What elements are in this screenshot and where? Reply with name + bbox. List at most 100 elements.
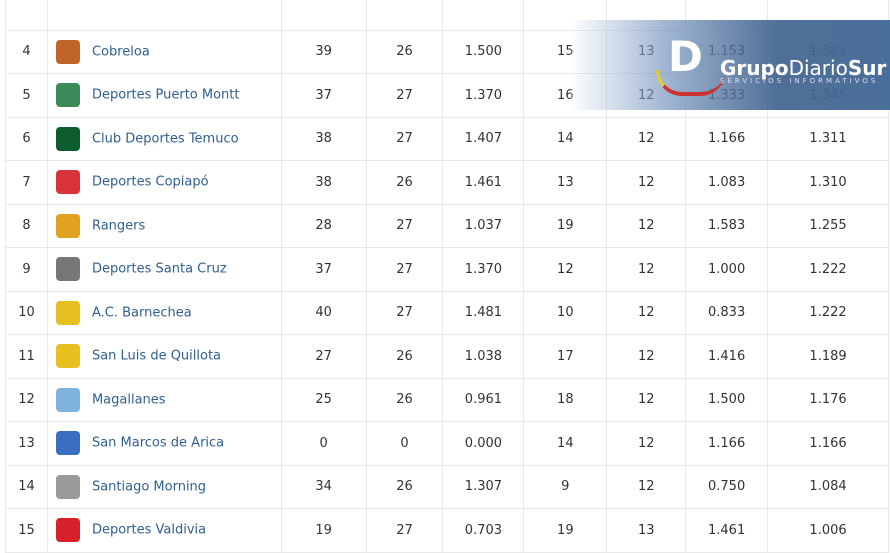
team-name[interactable]: A.C. Barnechea (92, 305, 192, 320)
stat-c6: 1.000 (685, 247, 769, 292)
stat-c2: 27 (365, 203, 444, 248)
stat-c2: 26 (365, 464, 444, 509)
team-cell[interactable]: Deportes Copiapó (46, 160, 282, 205)
stat-c4: 19 (523, 508, 608, 553)
stat-c4: 9 (523, 464, 608, 509)
team-crest-icon (55, 126, 80, 151)
team-name[interactable]: San Marcos de Arica (92, 436, 224, 451)
table-row: 12 Magallanes 25 26 0.961 18 12 1.500 1.176 (5, 377, 889, 422)
stat-c3: 1.481 (442, 290, 525, 335)
team-crest-icon (55, 257, 80, 282)
stat-c4: 19 (523, 203, 608, 248)
stat-c1: 25 (280, 377, 367, 422)
team-cell[interactable]: Club Deportes Temuco (46, 116, 282, 161)
team-cell[interactable]: Santiago Morning (46, 464, 282, 509)
position: 5 (5, 73, 48, 118)
team-name[interactable]: Magallanes (92, 392, 166, 407)
stat-c5: 12 (606, 290, 687, 335)
table-row: 7 Deportes Copiapó 38 26 1.461 13 12 1.083 1.310 (5, 160, 889, 205)
position: 4 (5, 29, 48, 74)
stat-c7: 1.166 (767, 421, 889, 466)
stat-c2: 26 (365, 334, 444, 379)
stat-c3: 0.703 (442, 508, 525, 553)
team-cell[interactable]: Rangers (46, 203, 282, 248)
position: 10 (5, 290, 48, 335)
team-name[interactable]: Club Deportes Temuco (92, 131, 239, 146)
stat-c7: 1.310 (767, 160, 889, 205)
team-crest-icon (55, 518, 80, 543)
stat-c6: 0.833 (685, 290, 769, 335)
team-crest-icon (55, 387, 80, 412)
team-name[interactable]: San Luis de Quillota (92, 349, 221, 364)
position: 11 (5, 334, 48, 379)
position: 14 (5, 464, 48, 509)
stat-c2: 26 (365, 160, 444, 205)
stat-c4: 18 (523, 377, 608, 422)
stat-c5: 12 (606, 377, 687, 422)
team-name[interactable]: Santiago Morning (92, 479, 206, 494)
stat-c2: 27 (365, 290, 444, 335)
stat-c6: 1.500 (685, 377, 769, 422)
team-cell[interactable]: Deportes Valdivia (46, 508, 282, 553)
stat-c3: 0.961 (442, 377, 525, 422)
stat-c2: 26 (365, 29, 444, 74)
stat-c5: 12 (606, 464, 687, 509)
position: 13 (5, 421, 48, 466)
position: 12 (5, 377, 48, 422)
stat-c7: 1.189 (767, 334, 889, 379)
stat-c1: 37 (280, 73, 367, 118)
table-row: 8 Rangers 28 27 1.037 19 12 1.583 1.255 (5, 203, 889, 248)
position: 7 (5, 160, 48, 205)
stat-c5: 12 (606, 203, 687, 248)
stat-c2: 26 (365, 377, 444, 422)
stat-c4: 10 (523, 290, 608, 335)
team-crest-icon (55, 344, 80, 369)
stat-c6: 1.583 (685, 203, 769, 248)
stat-c7: 1.006 (767, 508, 889, 553)
team-name[interactable]: Deportes Valdivia (92, 523, 206, 538)
stat-c5: 12 (606, 160, 687, 205)
team-cell[interactable]: Cobreloa (46, 29, 282, 74)
stat-c5: 12 (606, 247, 687, 292)
team-name[interactable]: Rangers (92, 218, 145, 233)
team-cell[interactable]: A.C. Barnechea (46, 290, 282, 335)
stat-c3: 1.307 (442, 464, 525, 509)
stat-c7: 1.222 (767, 247, 889, 292)
stat-c2: 27 (365, 116, 444, 161)
team-cell[interactable]: Magallanes (46, 377, 282, 422)
stat-c1: 38 (280, 160, 367, 205)
stat-c1: 27 (280, 334, 367, 379)
team-crest-icon (55, 83, 80, 108)
position: 9 (5, 247, 48, 292)
stat-c4: 14 (523, 116, 608, 161)
stat-c7: 1.176 (767, 377, 889, 422)
stat-c3: 1.407 (442, 116, 525, 161)
stat-c6: 1.083 (685, 160, 769, 205)
team-crest-icon (55, 431, 80, 456)
stat-c4: 17 (523, 334, 608, 379)
team-cell[interactable]: Deportes Santa Cruz (46, 247, 282, 292)
stat-c1: 37 (280, 247, 367, 292)
stat-c3: 1.037 (442, 203, 525, 248)
team-name[interactable]: Deportes Santa Cruz (92, 262, 227, 277)
team-cell[interactable]: San Marcos de Arica (46, 421, 282, 466)
team-cell[interactable]: Deportes Puerto Montt (46, 73, 282, 118)
stat-c1: 40 (280, 290, 367, 335)
watermark-logo: D GrupoDiarioSur SERVICIOS INFORMATIVOS (570, 20, 890, 110)
team-name[interactable]: Deportes Puerto Montt (92, 88, 240, 103)
stat-c5: 13 (606, 508, 687, 553)
team-crest-icon (55, 300, 80, 325)
stat-c5: 12 (606, 421, 687, 466)
team-cell[interactable]: San Luis de Quillota (46, 334, 282, 379)
stat-c2: 0 (365, 421, 444, 466)
table-row: 11 San Luis de Quillota 27 26 1.038 17 12 1.416… (5, 334, 889, 379)
stat-c1: 19 (280, 508, 367, 553)
stat-c4: 14 (523, 421, 608, 466)
stat-c4: 13 (523, 160, 608, 205)
team-name[interactable]: Deportes Copiapó (92, 175, 209, 190)
table-row: 15 Deportes Valdivia 19 27 0.703 19 13 1.461 1.0… (5, 508, 889, 553)
stat-c1: 28 (280, 203, 367, 248)
stat-c1: 0 (280, 421, 367, 466)
team-name[interactable]: Cobreloa (92, 44, 150, 59)
stat-c6: 0.750 (685, 464, 769, 509)
